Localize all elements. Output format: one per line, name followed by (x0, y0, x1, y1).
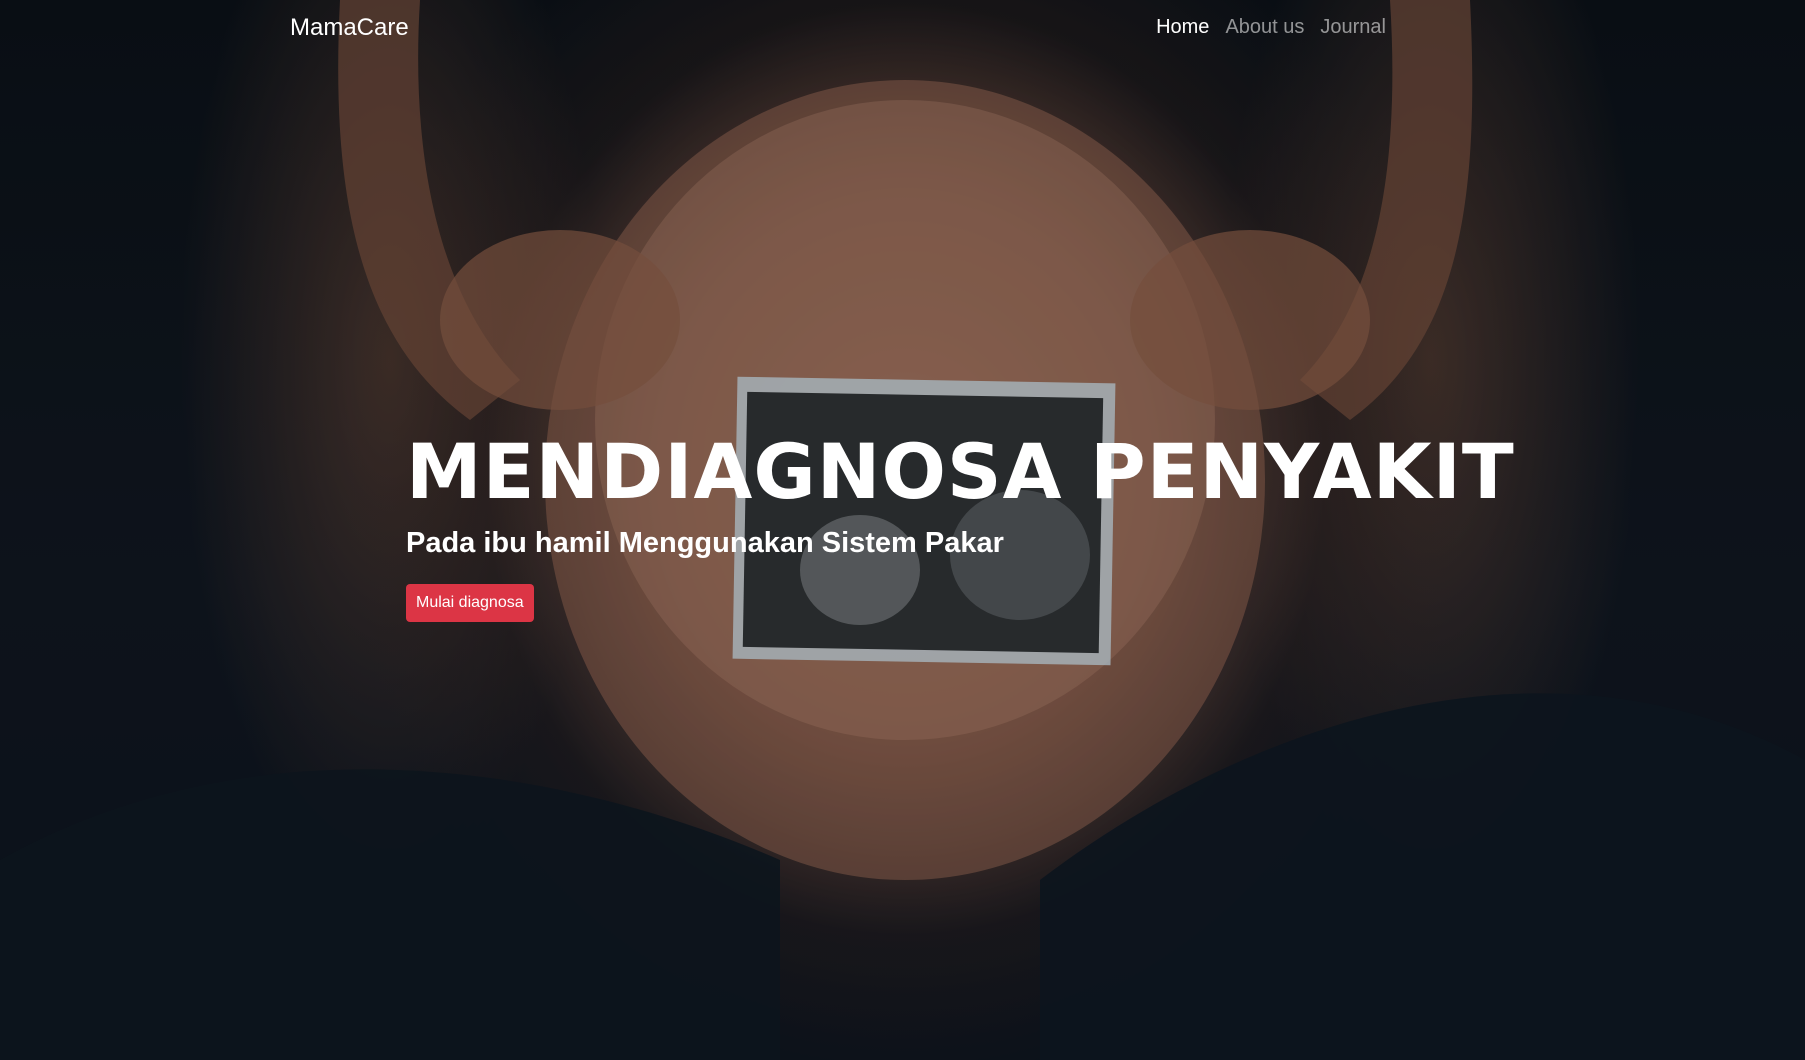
nav-item-home[interactable]: Home (1156, 16, 1209, 39)
brand-logo-link[interactable]: MamaCare (290, 14, 409, 42)
hero-title: MENDIAGNOSA PENYAKIT (406, 427, 1515, 516)
navbar: MamaCare Home About us Journal (0, 0, 1805, 58)
hero-subtitle: Pada ibu hamil Menggunakan Sistem Pakar (406, 527, 1004, 559)
start-diagnosis-button[interactable]: Mulai diagnosa (406, 584, 534, 622)
nav-item-about-us[interactable]: About us (1225, 16, 1304, 39)
nav-links: Home About us Journal (1156, 16, 1386, 39)
hero-content: MENDIAGNOSA PENYAKIT Pada ibu hamil Meng… (406, 427, 1515, 622)
nav-item-journal[interactable]: Journal (1320, 16, 1386, 39)
